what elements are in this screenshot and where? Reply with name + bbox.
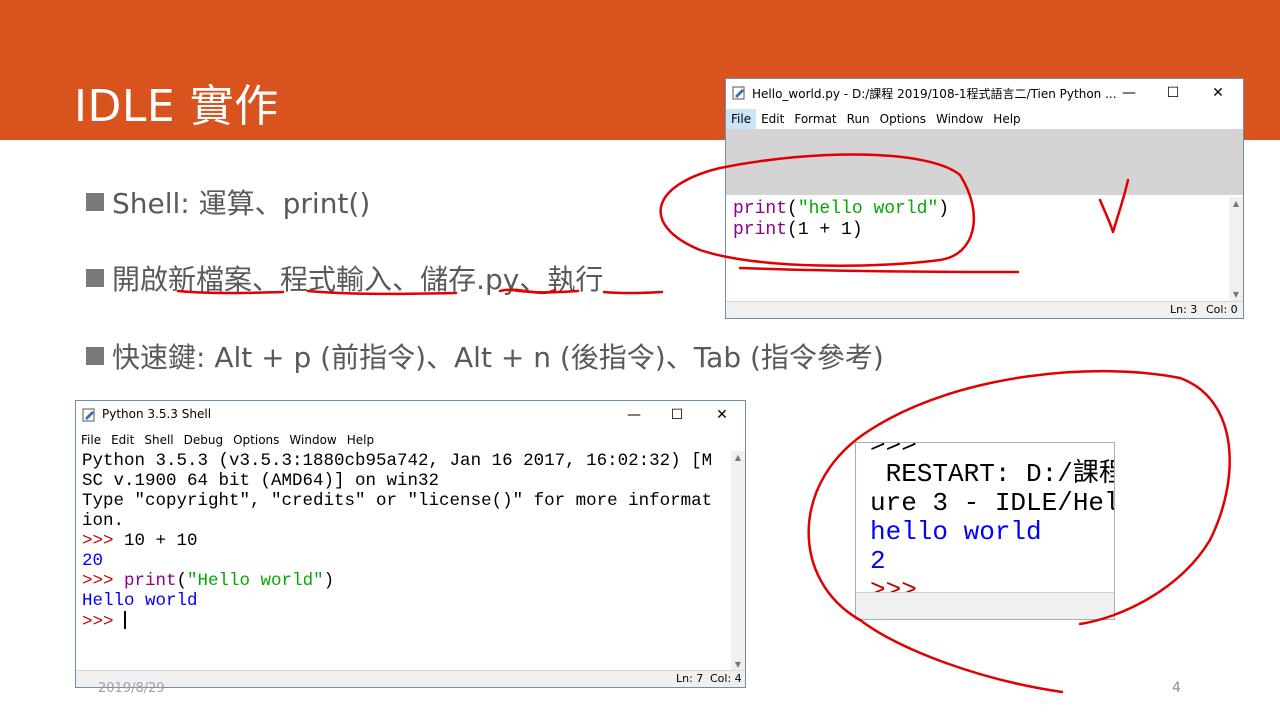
menu-debug[interactable]: Debug xyxy=(179,430,228,450)
menu-window[interactable]: Window xyxy=(284,430,341,450)
menu-file[interactable]: File xyxy=(76,430,106,450)
bullet-part: 、 xyxy=(519,263,548,296)
col-indicator: Col: 4 xyxy=(710,672,742,685)
bullet-text: 快速鍵: Alt + p (前指令)、Alt + n (後指令)、Tab (指令… xyxy=(112,341,884,374)
editor-statusbar: Ln: 3 Col: 0 xyxy=(726,301,1243,318)
line-indicator: Ln: 3 xyxy=(1170,303,1198,316)
python-file-icon xyxy=(732,86,745,100)
editor-title: Hello_world.py - D:/課程 2019/108-1程式語言二/T… xyxy=(752,87,1117,101)
page-number: 4 xyxy=(1172,680,1181,696)
scroll-up-icon[interactable]: ▲ xyxy=(733,453,743,462)
bullet-shell: Shell: 運算、print() xyxy=(86,182,370,222)
shell-scrollbar[interactable]: ▲ ▼ xyxy=(731,451,745,671)
output-crop-window: >>> RESTART: D:/課程 ure 3 - IDLE/Hel hell… xyxy=(855,442,1115,620)
bullet-steps: 開啟新檔案、程式輸入、儲存.py、執行 xyxy=(86,258,603,298)
scroll-down-icon[interactable]: ▼ xyxy=(733,660,743,669)
bullet-square-icon xyxy=(86,347,104,365)
bullet-shortcuts: 快速鍵: Alt + p (前指令)、Alt + n (後指令)、Tab (指令… xyxy=(86,336,884,376)
menu-shell[interactable]: Shell xyxy=(139,430,178,450)
bullet-part-code-input: 程式輸入 xyxy=(280,263,393,296)
bullet-text: Shell: 運算、print() xyxy=(112,187,371,220)
editor-text-area[interactable]: print("hello world") print(1 + 1) xyxy=(733,199,949,241)
bullet-square-icon xyxy=(86,269,104,287)
text-cursor xyxy=(124,611,127,629)
menu-edit[interactable]: Edit xyxy=(106,430,139,450)
editor-toolbar-area xyxy=(726,129,1243,195)
editor-titlebar: Hello_world.py - D:/課程 2019/108-1程式語言二/T… xyxy=(726,79,1243,107)
editor-menubar: File Edit Format Run Options Window Help xyxy=(726,108,1243,129)
maximize-button[interactable]: ☐ xyxy=(1163,83,1183,103)
shell-menubar: File Edit Shell Debug Options Window Help xyxy=(76,429,745,449)
shell-window: Python 3.5.3 Shell — ☐ ✕ File Edit Shell De… xyxy=(75,400,746,688)
menu-edit[interactable]: Edit xyxy=(756,109,789,129)
menu-format[interactable]: Format xyxy=(789,109,841,129)
maximize-button[interactable]: ☐ xyxy=(667,405,687,425)
scroll-up-icon[interactable]: ▲ xyxy=(1231,199,1241,208)
scroll-down-icon[interactable]: ▼ xyxy=(1231,290,1241,299)
editor-window: Hello_world.py - D:/課程 2019/108-1程式語言二/T… xyxy=(725,78,1244,319)
slide-title: IDLE 實作 xyxy=(74,81,279,132)
bullet-part-py: .py xyxy=(476,263,520,296)
minimize-button[interactable]: — xyxy=(1119,83,1139,103)
output-crop-text: >>> RESTART: D:/課程 ure 3 - IDLE/Hel hell… xyxy=(870,442,1115,605)
menu-file[interactable]: File xyxy=(726,109,757,129)
editor-scrollbar[interactable]: ▲ ▼ xyxy=(1229,197,1243,301)
shell-text-area[interactable]: Python 3.5.3 (v3.5.3:1880cb95a742, Jan 1… xyxy=(82,451,712,632)
menu-options[interactable]: Options xyxy=(228,430,284,450)
shell-title: Python 3.5.3 Shell xyxy=(102,407,212,421)
menu-help[interactable]: Help xyxy=(988,109,1025,129)
menu-help[interactable]: Help xyxy=(342,430,379,450)
bullet-part: 、 xyxy=(392,263,421,296)
python-shell-icon xyxy=(82,408,95,422)
line-indicator: Ln: 7 xyxy=(676,672,704,685)
bullet-square-icon xyxy=(86,193,104,211)
slide-date: 2019/8/29 xyxy=(98,681,165,696)
menu-options[interactable]: Options xyxy=(875,109,931,129)
bullet-part-run: 執行 xyxy=(547,263,604,296)
minimize-button[interactable]: — xyxy=(624,405,644,425)
bullet-part: 、 xyxy=(252,263,281,296)
shell-titlebar: Python 3.5.3 Shell — ☐ ✕ xyxy=(76,401,745,429)
output-crop-statusbar xyxy=(856,592,1114,619)
close-button[interactable]: ✕ xyxy=(712,405,732,425)
bullet-part-save: 儲存 xyxy=(420,263,477,296)
col-indicator: Col: 0 xyxy=(1206,303,1238,316)
close-button[interactable]: ✕ xyxy=(1208,83,1228,103)
ink-underline-run xyxy=(602,290,664,295)
menu-run[interactable]: Run xyxy=(842,109,875,129)
shell-statusbar: Ln: 7 Col: 4 xyxy=(76,670,745,687)
bullet-part-new-file: 新檔案 xyxy=(168,263,253,296)
bullet-part: 開啟 xyxy=(112,263,169,296)
menu-window[interactable]: Window xyxy=(931,109,988,129)
